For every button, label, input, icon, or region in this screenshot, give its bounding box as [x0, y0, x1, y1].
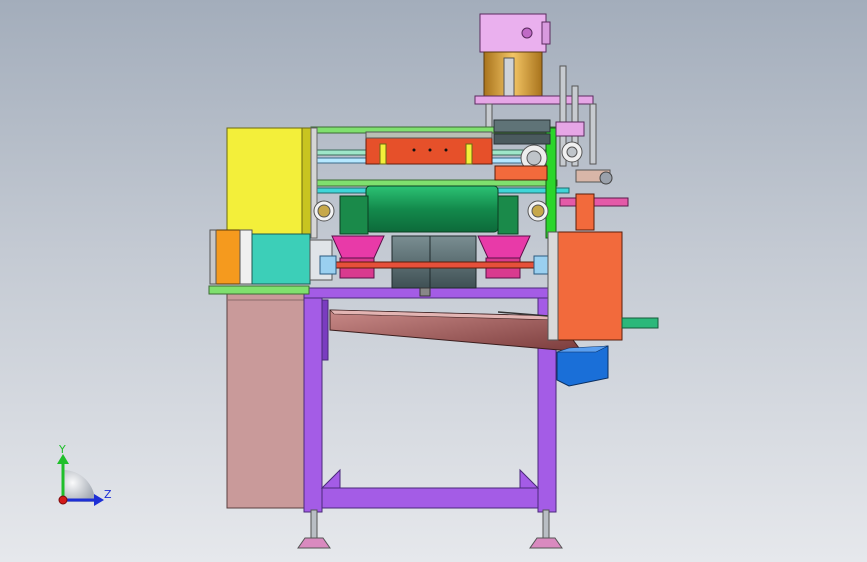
yellow-guard-cover: [226, 127, 313, 237]
leveling-feet: [297, 509, 563, 549]
view-triad: [57, 454, 104, 506]
discharge-chute: [329, 309, 584, 353]
triad-z-label: Z: [104, 488, 112, 501]
right-electrical-box: [547, 231, 659, 341]
left-drive-motor: [208, 229, 333, 295]
feed-guide: [559, 193, 629, 231]
left-side-panel: [226, 291, 306, 509]
machine-assembly-drawing: Y Z: [57, 13, 659, 549]
main-roller: [339, 185, 519, 235]
collector-block: [556, 345, 609, 387]
cutter-bar: [365, 131, 493, 165]
cad-viewport[interactable]: Y Z: [0, 0, 867, 562]
triad-y-label: Y: [58, 443, 66, 456]
